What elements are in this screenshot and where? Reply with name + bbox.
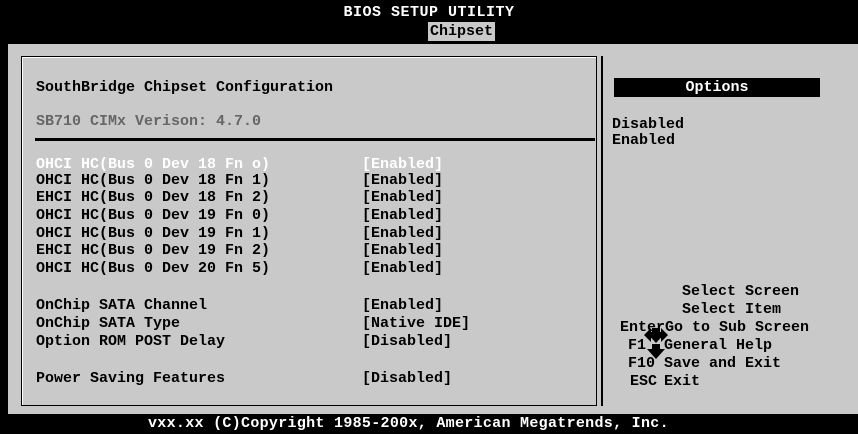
main-body: SouthBridge Chipset Configuration SB710 … — [8, 44, 858, 414]
version-line: SB710 CIMx Verison: 4.7.0 — [36, 113, 262, 130]
setting-ohci-20-5-label[interactable]: OHCI HC(Bus 0 Dev 20 Fn 5) — [36, 260, 270, 277]
help-select-item: Select Item — [682, 301, 782, 318]
setting-ohci-18-1-label[interactable]: OHCI HC(Bus 0 Dev 18 Fn 1) — [36, 172, 270, 189]
setting-ehci-18-2-value[interactable]: [Enabled] — [362, 189, 443, 206]
setting-ohci-19-0-label[interactable]: OHCI HC(Bus 0 Dev 19 Fn 0) — [36, 207, 270, 224]
bios-screen: BIOS SETUP UTILITY Chipset SouthBridge C… — [0, 0, 858, 434]
setting-ohci-18-0-label[interactable]: OHCI HC(Bus 0 Dev 18 Fn o) — [36, 156, 270, 173]
setting-ohci-20-5-value[interactable]: [Enabled] — [362, 260, 443, 277]
help-panel: Options Disabled Enabled Select Screen S… — [610, 56, 858, 406]
footer-bar: vxx.xx (C)Copyright 1985-200x, American … — [0, 414, 858, 434]
setting-ehci-19-2-value[interactable]: [Enabled] — [362, 242, 443, 259]
help-key-f10: F10 — [628, 355, 656, 372]
section-title: SouthBridge Chipset Configuration — [36, 79, 334, 96]
setting-power-saving-value[interactable]: [Disabled] — [362, 370, 452, 387]
setting-ehci-18-2-label[interactable]: EHCI HC(Bus 0 Dev 18 Fn 2) — [36, 189, 270, 206]
setting-ohci-18-1-value[interactable]: [Enabled] — [362, 172, 443, 189]
option-enabled[interactable]: Enabled — [612, 132, 675, 149]
help-desc-f1: General Help — [664, 337, 773, 354]
setting-ohci-18-0-value[interactable]: [Enabled] — [362, 156, 443, 173]
help-key-enter: Enter — [620, 319, 666, 336]
header-bar: BIOS SETUP UTILITY Chipset — [0, 0, 858, 44]
setting-sata-channel-label[interactable]: OnChip SATA Channel — [36, 297, 207, 314]
tab-chipset[interactable]: Chipset — [428, 22, 496, 41]
setting-power-saving-label[interactable]: Power Saving Features — [36, 370, 225, 387]
options-header: Options — [614, 78, 820, 97]
help-key-f1: F1 — [628, 337, 647, 354]
setting-ohci-19-1-label[interactable]: OHCI HC(Bus 0 Dev 19 Fn 1) — [36, 225, 270, 242]
setting-rom-delay-label[interactable]: Option ROM POST Delay — [36, 333, 225, 350]
help-desc-enter: Go to Sub Screen — [665, 319, 810, 336]
setting-sata-type-value[interactable]: [Native IDE] — [362, 315, 470, 332]
setting-ehci-19-2-label[interactable]: EHCI HC(Bus 0 Dev 19 Fn 2) — [36, 242, 270, 259]
section-divider — [35, 138, 595, 141]
setting-sata-channel-value[interactable]: [Enabled] — [362, 297, 443, 314]
help-key-esc: ESC — [630, 373, 658, 390]
help-desc-esc: Exit — [664, 373, 701, 390]
setting-ohci-19-1-value[interactable]: [Enabled] — [362, 225, 443, 242]
header-title: BIOS SETUP UTILITY — [343, 4, 515, 21]
settings-panel: SouthBridge Chipset Configuration SB710 … — [21, 56, 597, 406]
panel-divider — [601, 56, 603, 406]
setting-ohci-19-0-value[interactable]: [Enabled] — [362, 207, 443, 224]
footer-copyright: vxx.xx (C)Copyright 1985-200x, American … — [148, 415, 669, 432]
option-disabled[interactable]: Disabled — [612, 116, 684, 133]
help-desc-f10: Save and Exit — [664, 355, 782, 372]
help-select-screen: Select Screen — [682, 283, 800, 300]
setting-sata-type-label[interactable]: OnChip SATA Type — [36, 315, 180, 332]
setting-rom-delay-value[interactable]: [Disabled] — [362, 333, 452, 350]
